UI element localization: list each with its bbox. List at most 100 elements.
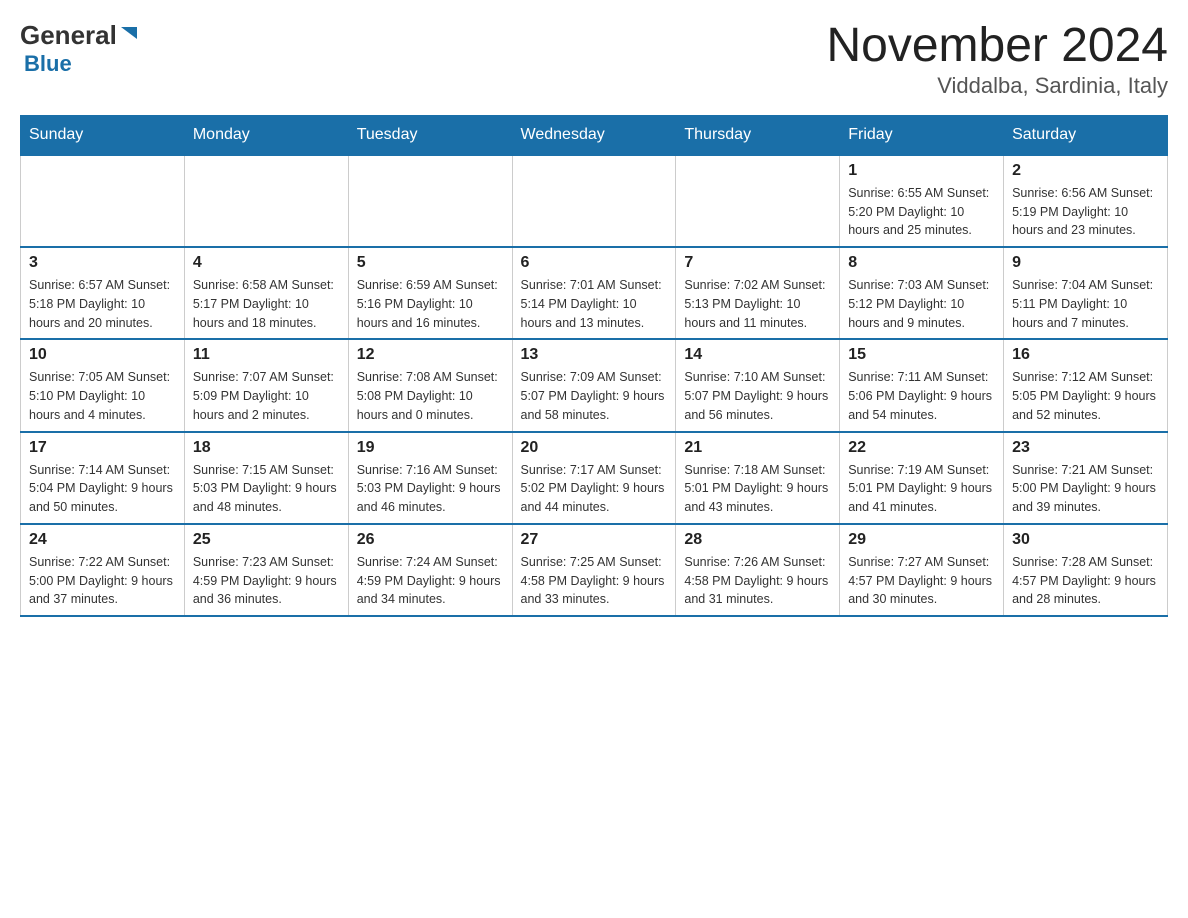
calendar-week-row: 10 Sunrise: 7:05 AM Sunset: 5:10 PM Dayli…	[21, 339, 1168, 431]
day-info: Sunrise: 7:16 AM Sunset: 5:03 PM Dayligh…	[357, 461, 504, 517]
day-info: Sunrise: 6:56 AM Sunset: 5:19 PM Dayligh…	[1012, 184, 1159, 240]
day-number: 3	[29, 254, 176, 272]
day-info: Sunrise: 7:26 AM Sunset: 4:58 PM Dayligh…	[684, 553, 831, 609]
day-info: Sunrise: 7:02 AM Sunset: 5:13 PM Dayligh…	[684, 276, 831, 332]
table-row: 10 Sunrise: 7:05 AM Sunset: 5:10 PM Dayli…	[21, 339, 185, 431]
table-row: 26Sunrise: 7:24 AM Sunset: 4:59 PM Dayli…	[348, 524, 512, 616]
table-row	[512, 155, 676, 247]
table-row: 3 Sunrise: 6:57 AM Sunset: 5:18 PM Daylig…	[21, 247, 185, 339]
day-number: 14	[684, 346, 831, 364]
col-saturday: Saturday	[1004, 115, 1168, 155]
table-row: 24 Sunrise: 7:22 AM Sunset: 5:00 PM Dayli…	[21, 524, 185, 616]
table-row: 21 Sunrise: 7:18 AM Sunset: 5:01 PM Dayli…	[676, 432, 840, 524]
day-number: 27	[521, 531, 668, 549]
day-number: 16	[1012, 346, 1159, 364]
table-row: 2 Sunrise: 6:56 AM Sunset: 5:19 PM Daylig…	[1004, 155, 1168, 247]
table-row: 12 Sunrise: 7:08 AM Sunset: 5:08 PM Dayli…	[348, 339, 512, 431]
logo: General Blue	[20, 20, 141, 77]
table-row: 1 Sunrise: 6:55 AM Sunset: 5:20 PM Daylig…	[840, 155, 1004, 247]
table-row: 18 Sunrise: 7:15 AM Sunset: 5:03 PM Dayli…	[184, 432, 348, 524]
day-number: 26	[357, 531, 504, 549]
day-number: 7	[684, 254, 831, 272]
day-info: Sunrise: 7:23 AM Sunset: 4:59 PM Dayligh…	[193, 553, 340, 609]
day-number: 9	[1012, 254, 1159, 272]
day-number: 10	[29, 346, 176, 364]
day-number: 22	[848, 439, 995, 457]
day-info: Sunrise: 7:28 AM Sunset: 4:57 PM Dayligh…	[1012, 553, 1159, 609]
table-row: 11 Sunrise: 7:07 AM Sunset: 5:09 PM Dayli…	[184, 339, 348, 431]
day-info: Sunrise: 7:01 AM Sunset: 5:14 PM Dayligh…	[521, 276, 668, 332]
day-number: 6	[521, 254, 668, 272]
day-number: 5	[357, 254, 504, 272]
table-row: 29 Sunrise: 7:27 AM Sunset: 4:57 PM Dayli…	[840, 524, 1004, 616]
day-number: 8	[848, 254, 995, 272]
day-info: Sunrise: 7:10 AM Sunset: 5:07 PM Dayligh…	[684, 368, 831, 424]
page-header: General Blue November 2024 Viddalba, Sar…	[20, 20, 1168, 99]
table-row: 8 Sunrise: 7:03 AM Sunset: 5:12 PM Daylig…	[840, 247, 1004, 339]
day-number: 1	[848, 162, 995, 180]
calendar-week-row: 24 Sunrise: 7:22 AM Sunset: 5:00 PM Dayli…	[21, 524, 1168, 616]
col-friday: Friday	[840, 115, 1004, 155]
col-monday: Monday	[184, 115, 348, 155]
logo-arrow-icon	[119, 23, 141, 50]
day-info: Sunrise: 7:18 AM Sunset: 5:01 PM Dayligh…	[684, 461, 831, 517]
table-row: 7 Sunrise: 7:02 AM Sunset: 5:13 PM Daylig…	[676, 247, 840, 339]
day-number: 11	[193, 346, 340, 364]
table-row: 5 Sunrise: 6:59 AM Sunset: 5:16 PM Daylig…	[348, 247, 512, 339]
day-number: 24	[29, 531, 176, 549]
calendar-table: Sunday Monday Tuesday Wednesday Thursday…	[20, 115, 1168, 617]
day-number: 4	[193, 254, 340, 272]
day-info: Sunrise: 6:55 AM Sunset: 5:20 PM Dayligh…	[848, 184, 995, 240]
day-info: Sunrise: 7:14 AM Sunset: 5:04 PM Dayligh…	[29, 461, 176, 517]
table-row: 9 Sunrise: 7:04 AM Sunset: 5:11 PM Daylig…	[1004, 247, 1168, 339]
table-row: 20 Sunrise: 7:17 AM Sunset: 5:02 PM Dayli…	[512, 432, 676, 524]
day-info: Sunrise: 7:08 AM Sunset: 5:08 PM Dayligh…	[357, 368, 504, 424]
table-row: 16 Sunrise: 7:12 AM Sunset: 5:05 PM Dayli…	[1004, 339, 1168, 431]
calendar-week-row: 3 Sunrise: 6:57 AM Sunset: 5:18 PM Daylig…	[21, 247, 1168, 339]
day-number: 23	[1012, 439, 1159, 457]
day-info: Sunrise: 7:07 AM Sunset: 5:09 PM Dayligh…	[193, 368, 340, 424]
logo-general-text: General	[20, 20, 117, 51]
table-row: 27 Sunrise: 7:25 AM Sunset: 4:58 PM Dayli…	[512, 524, 676, 616]
day-number: 30	[1012, 531, 1159, 549]
day-info: Sunrise: 7:11 AM Sunset: 5:06 PM Dayligh…	[848, 368, 995, 424]
day-info: Sunrise: 7:03 AM Sunset: 5:12 PM Dayligh…	[848, 276, 995, 332]
day-info: Sunrise: 7:27 AM Sunset: 4:57 PM Dayligh…	[848, 553, 995, 609]
day-number: 29	[848, 531, 995, 549]
day-info: Sunrise: 7:21 AM Sunset: 5:00 PM Dayligh…	[1012, 461, 1159, 517]
day-number: 2	[1012, 162, 1159, 180]
title-block: November 2024 Viddalba, Sardinia, Italy	[826, 20, 1168, 99]
day-info: Sunrise: 7:04 AM Sunset: 5:11 PM Dayligh…	[1012, 276, 1159, 332]
day-info: Sunrise: 7:15 AM Sunset: 5:03 PM Dayligh…	[193, 461, 340, 517]
day-number: 12	[357, 346, 504, 364]
table-row: 6 Sunrise: 7:01 AM Sunset: 5:14 PM Daylig…	[512, 247, 676, 339]
day-number: 20	[521, 439, 668, 457]
day-number: 21	[684, 439, 831, 457]
day-info: Sunrise: 7:25 AM Sunset: 4:58 PM Dayligh…	[521, 553, 668, 609]
table-row: 19 Sunrise: 7:16 AM Sunset: 5:03 PM Dayli…	[348, 432, 512, 524]
day-info: Sunrise: 6:59 AM Sunset: 5:16 PM Dayligh…	[357, 276, 504, 332]
col-tuesday: Tuesday	[348, 115, 512, 155]
day-info: Sunrise: 7:17 AM Sunset: 5:02 PM Dayligh…	[521, 461, 668, 517]
day-number: 18	[193, 439, 340, 457]
day-number: 15	[848, 346, 995, 364]
table-row: 4Sunrise: 6:58 AM Sunset: 5:17 PM Daylig…	[184, 247, 348, 339]
day-number: 19	[357, 439, 504, 457]
day-number: 25	[193, 531, 340, 549]
day-info: Sunrise: 7:19 AM Sunset: 5:01 PM Dayligh…	[848, 461, 995, 517]
day-info: Sunrise: 7:09 AM Sunset: 5:07 PM Dayligh…	[521, 368, 668, 424]
table-row	[676, 155, 840, 247]
calendar-week-row: 17 Sunrise: 7:14 AM Sunset: 5:04 PM Dayli…	[21, 432, 1168, 524]
calendar-header-row: Sunday Monday Tuesday Wednesday Thursday…	[21, 115, 1168, 155]
day-number: 28	[684, 531, 831, 549]
table-row	[348, 155, 512, 247]
table-row: 30 Sunrise: 7:28 AM Sunset: 4:57 PM Dayli…	[1004, 524, 1168, 616]
table-row: 15 Sunrise: 7:11 AM Sunset: 5:06 PM Dayli…	[840, 339, 1004, 431]
table-row: 28 Sunrise: 7:26 AM Sunset: 4:58 PM Dayli…	[676, 524, 840, 616]
day-number: 17	[29, 439, 176, 457]
day-info: Sunrise: 6:57 AM Sunset: 5:18 PM Dayligh…	[29, 276, 176, 332]
day-info: Sunrise: 7:12 AM Sunset: 5:05 PM Dayligh…	[1012, 368, 1159, 424]
day-info: Sunrise: 7:22 AM Sunset: 5:00 PM Dayligh…	[29, 553, 176, 609]
day-info: Sunrise: 7:05 AM Sunset: 5:10 PM Dayligh…	[29, 368, 176, 424]
day-number: 13	[521, 346, 668, 364]
